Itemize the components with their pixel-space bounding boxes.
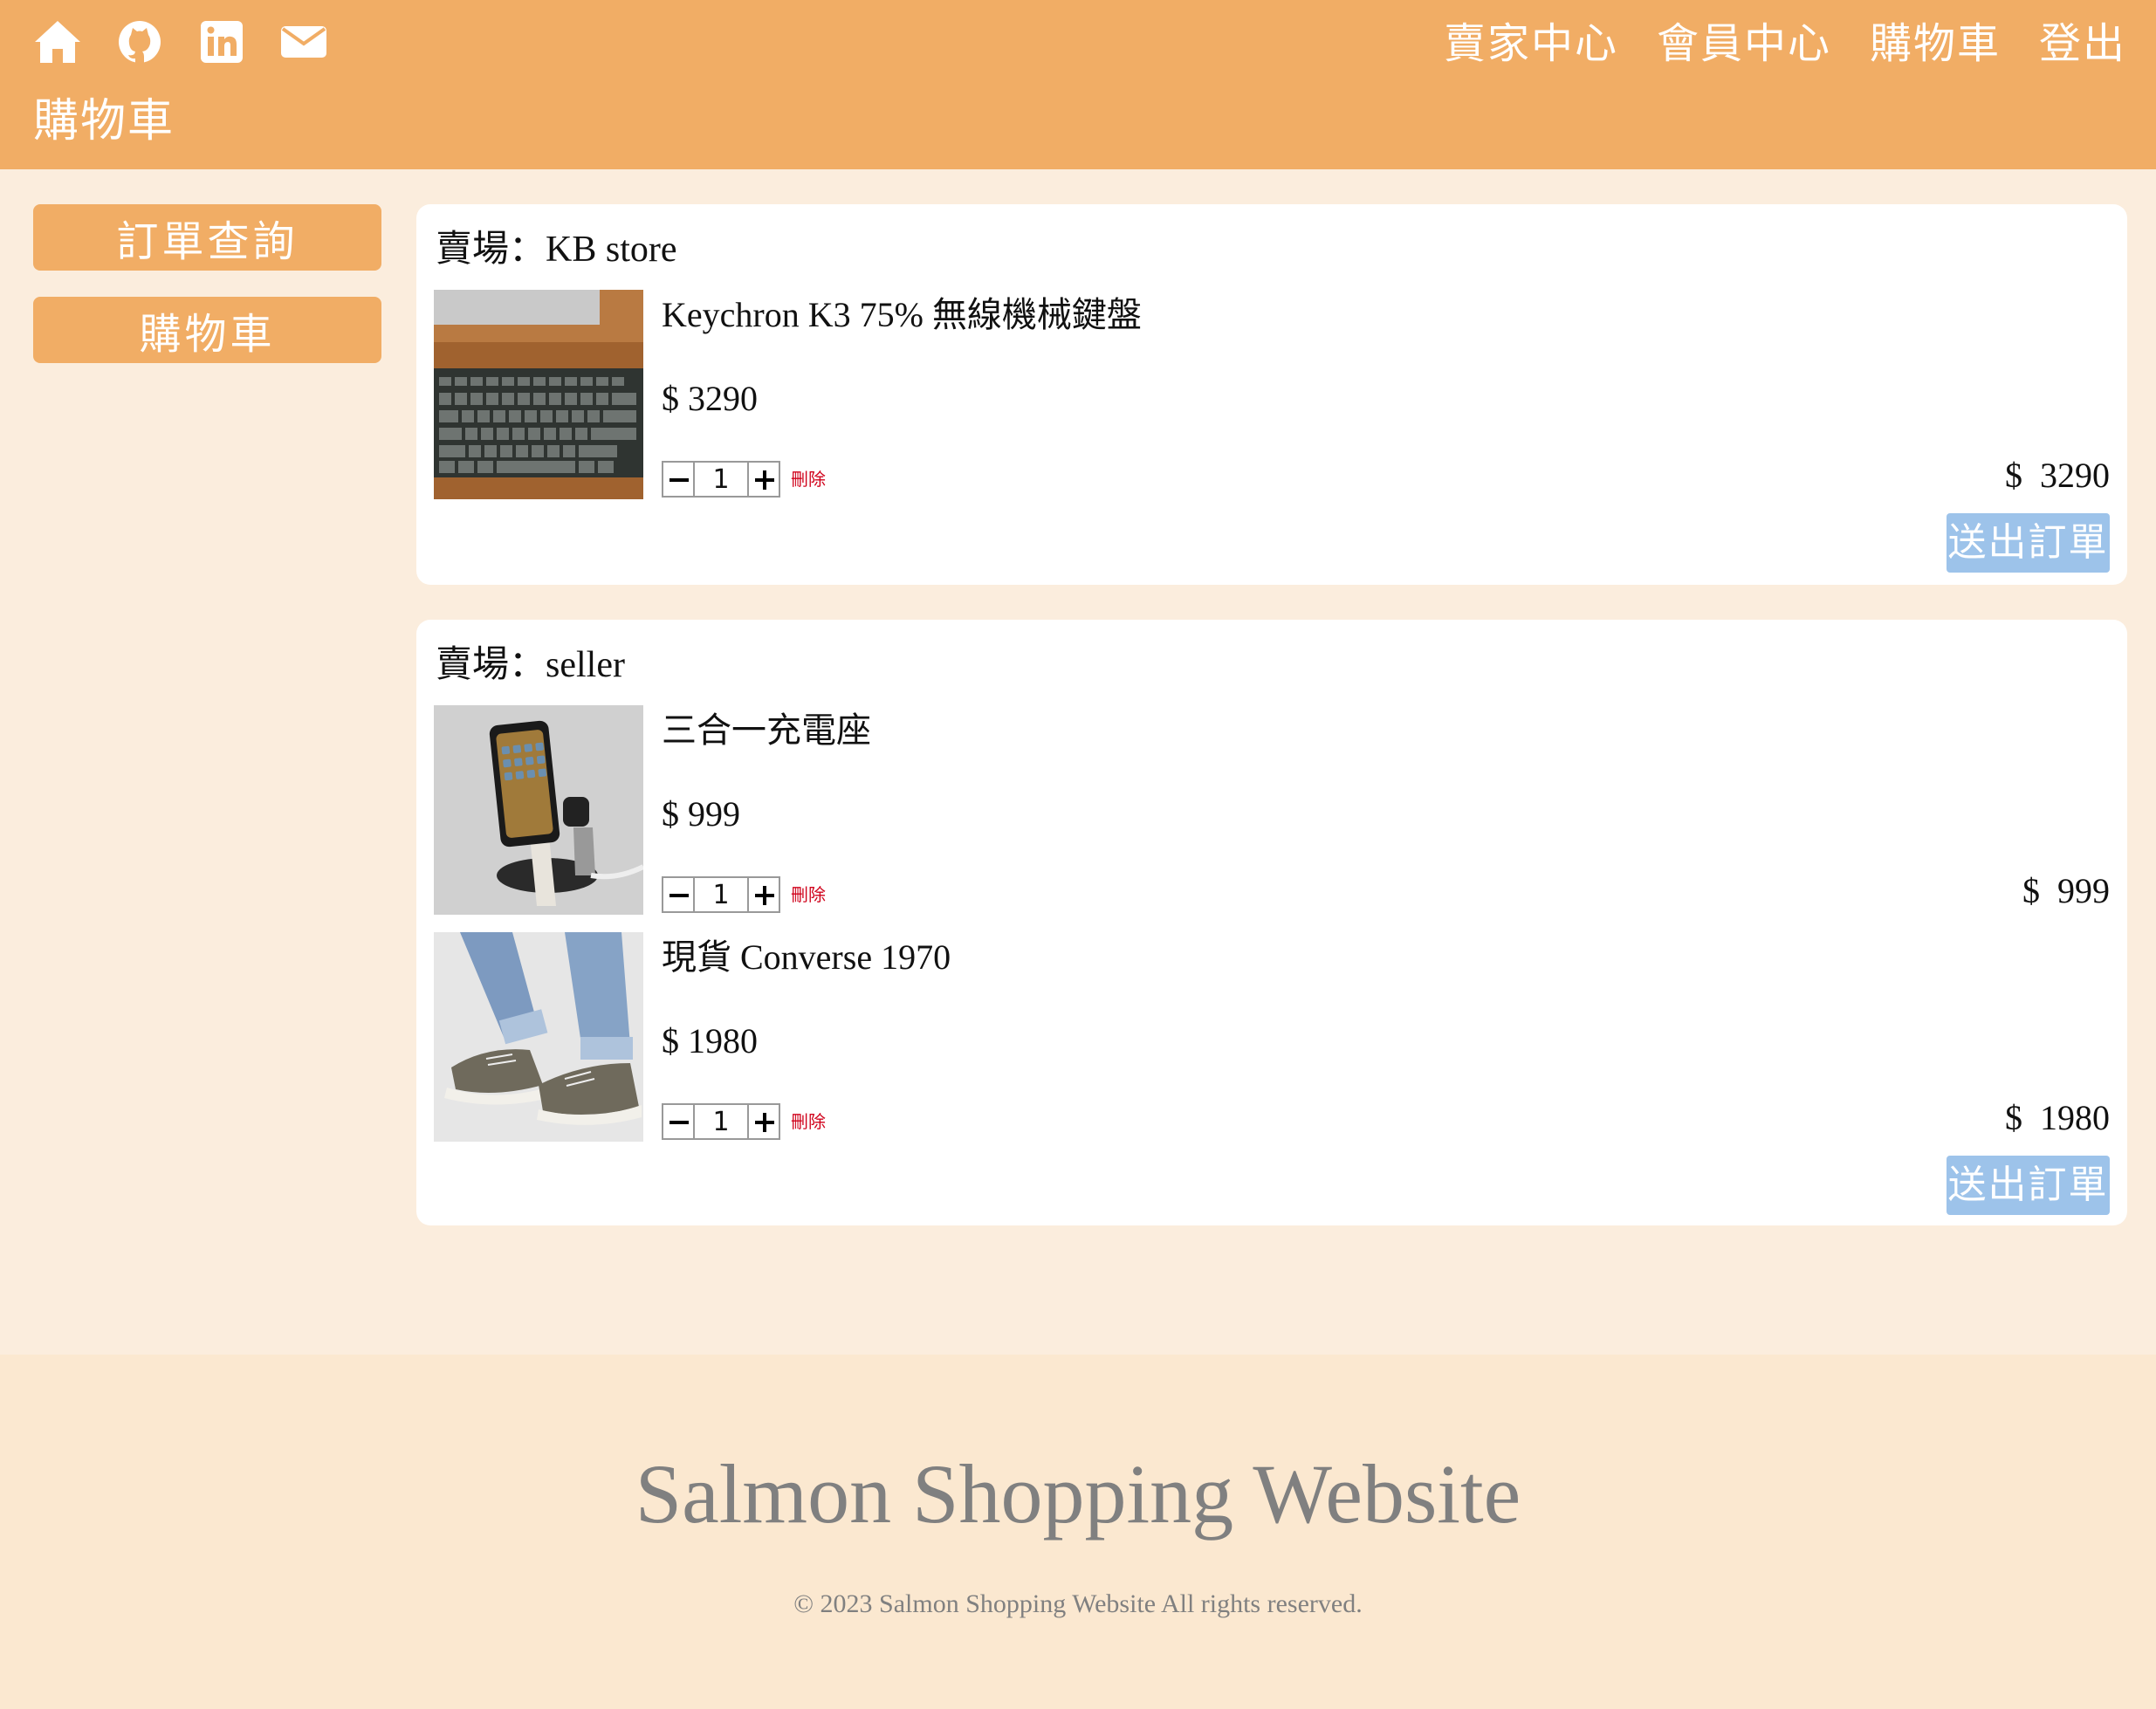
product-name[interactable]: 三合一充電座 xyxy=(662,707,871,754)
sidebar-item-order-query[interactable]: 訂單查詢 xyxy=(33,204,381,271)
increase-button[interactable] xyxy=(747,876,780,913)
item-subtotal: $ 3290 xyxy=(2005,456,2110,495)
decrease-button[interactable] xyxy=(662,461,695,498)
product-name[interactable]: 現貨 Converse 1970 xyxy=(662,934,951,981)
footer-copyright: © 2023 Salmon Shopping Website All right… xyxy=(793,1589,1363,1618)
delete-link[interactable]: 刪除 xyxy=(791,1103,826,1140)
quantity-stepper: 1 刪除 xyxy=(662,1103,826,1140)
store-card: 賣場：seller 三合一充電座 $ 999 1 刪除 $ 999 現貨 Con… xyxy=(416,620,2127,1225)
quantity-value[interactable]: 1 xyxy=(695,461,747,498)
store-card: 賣場：KB store Keychron K3 75% 無線機械鍵盤 $ 329… xyxy=(416,204,2127,585)
sidebar-item-cart[interactable]: 購物車 xyxy=(33,297,381,363)
cart-item: 現貨 Converse 1970 $ 1980 1 刪除 $ 1980 xyxy=(434,932,2110,1142)
plus-icon-vertical xyxy=(763,1113,766,1132)
decrease-button[interactable] xyxy=(662,876,695,913)
quantity-value[interactable]: 1 xyxy=(695,1103,747,1140)
store-label: 賣場：seller xyxy=(436,645,625,685)
github-icon[interactable] xyxy=(113,16,166,68)
product-price: $ 3290 xyxy=(662,379,758,418)
cart-item: 三合一充電座 $ 999 1 刪除 $ 999 xyxy=(434,705,2110,915)
footer-title: Salmon Shopping Website xyxy=(635,1447,1521,1541)
increase-button[interactable] xyxy=(747,1103,780,1140)
plus-icon-vertical xyxy=(763,886,766,905)
delete-link[interactable]: 刪除 xyxy=(791,461,826,498)
mail-icon[interactable] xyxy=(278,16,330,68)
increase-button[interactable] xyxy=(747,461,780,498)
quantity-stepper: 1 刪除 xyxy=(662,876,826,913)
quantity-stepper: 1 刪除 xyxy=(662,461,826,498)
product-image-converse[interactable] xyxy=(434,932,643,1142)
submit-order-button[interactable]: 送出訂單 xyxy=(1947,513,2110,573)
product-price: $ 1980 xyxy=(662,1021,758,1060)
delete-link[interactable]: 刪除 xyxy=(791,876,826,913)
page-title: 購物車 xyxy=(33,95,175,148)
nav-member-center[interactable]: 會員中心 xyxy=(1657,16,1831,72)
site-header: 賣家中心 會員中心 購物車 登出 購物車 xyxy=(0,0,2156,169)
submit-order-button[interactable]: 送出訂單 xyxy=(1947,1156,2110,1215)
site-footer: Salmon Shopping Website © 2023 Salmon Sh… xyxy=(0,1355,2156,1709)
item-subtotal: $ 999 xyxy=(2022,871,2110,910)
product-price: $ 999 xyxy=(662,794,740,834)
product-image-keyboard[interactable] xyxy=(434,290,643,499)
store-label: 賣場：KB store xyxy=(436,230,677,270)
home-icon[interactable] xyxy=(31,16,84,68)
social-icons xyxy=(31,16,330,68)
product-image-charger[interactable] xyxy=(434,705,643,915)
cart-item: Keychron K3 75% 無線機械鍵盤 $ 3290 1 刪除 $ 329… xyxy=(434,290,2110,499)
linkedin-icon[interactable] xyxy=(196,16,248,68)
item-subtotal: $ 1980 xyxy=(2005,1098,2110,1137)
product-name[interactable]: Keychron K3 75% 無線機械鍵盤 xyxy=(662,292,1142,339)
plus-icon-vertical xyxy=(763,470,766,490)
minus-icon xyxy=(669,1121,689,1124)
minus-icon xyxy=(669,894,689,897)
minus-icon xyxy=(669,478,689,482)
nav-seller-center[interactable]: 賣家中心 xyxy=(1444,16,1618,72)
nav-logout[interactable]: 登出 xyxy=(2039,16,2126,72)
nav-cart[interactable]: 購物車 xyxy=(1870,16,2001,72)
quantity-value[interactable]: 1 xyxy=(695,876,747,913)
decrease-button[interactable] xyxy=(662,1103,695,1140)
top-nav: 賣家中心 會員中心 購物車 登出 xyxy=(1444,16,2126,72)
